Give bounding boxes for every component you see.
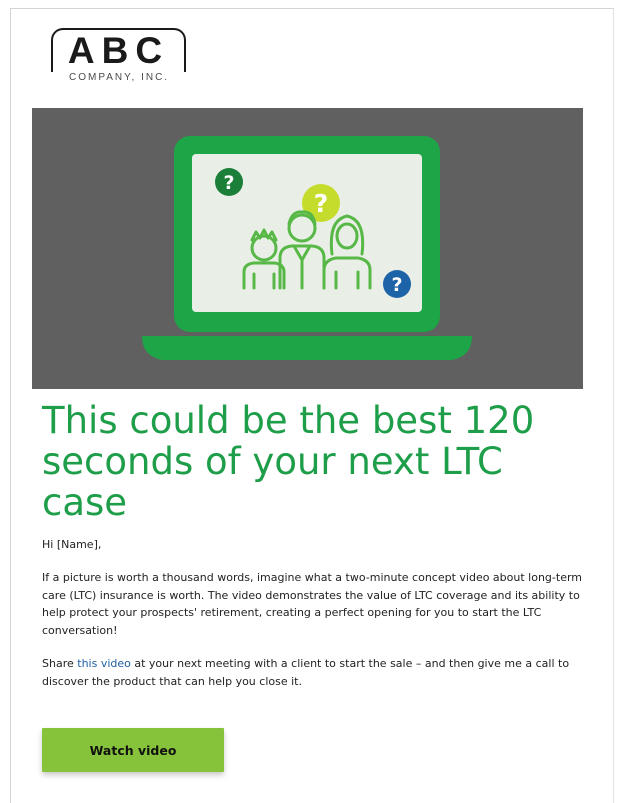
body-paragraph: If a picture is worth a thousand words, … [42, 571, 583, 637]
hero-illustration: ? ? ? [32, 108, 583, 389]
greeting: Hi [Name], [42, 538, 102, 551]
watch-video-button[interactable]: Watch video [42, 728, 224, 772]
question-mark-icon: ? [383, 270, 411, 298]
question-mark-icon: ? [215, 168, 243, 196]
laptop-icon [142, 136, 472, 360]
svg-text:?: ? [391, 274, 402, 296]
hero-image: ? ? ? [32, 108, 583, 389]
svg-text:?: ? [314, 189, 329, 218]
video-link[interactable]: this video [77, 657, 131, 670]
body-paragraph-share: Share this video at your next meeting wi… [42, 655, 587, 690]
logo-sub-text: COMPANY, INC. [69, 72, 170, 83]
company-logo: ABC COMPANY, INC. [51, 28, 189, 90]
headline: This could be the best 120 seconds of yo… [42, 399, 535, 524]
logo-main-text: ABC [67, 30, 170, 71]
svg-text:?: ? [223, 172, 234, 194]
share-text-before: Share [42, 657, 78, 670]
